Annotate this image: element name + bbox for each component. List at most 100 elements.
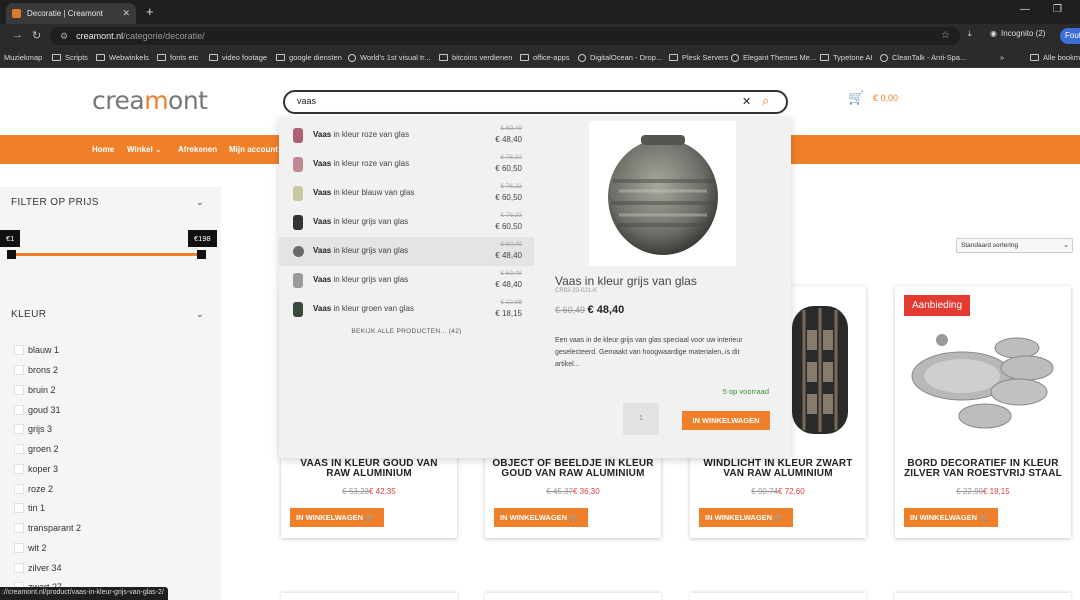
quantity-input[interactable]: 1 bbox=[623, 403, 659, 435]
star-icon[interactable]: ☆ bbox=[941, 30, 950, 41]
product-card[interactable]: Aanbieding BORD DECORATIEF IN KLEUR ZILV… bbox=[895, 286, 1071, 538]
color-filter-item[interactable]: roze 2 bbox=[14, 484, 53, 494]
bookmark[interactable]: Plesk Servers bbox=[669, 53, 728, 62]
search-input[interactable] bbox=[297, 96, 717, 106]
bookmark[interactable]: google diensten bbox=[276, 53, 342, 62]
checkbox[interactable] bbox=[14, 464, 24, 474]
nav-afrekenen[interactable]: Afrekenen bbox=[178, 145, 217, 154]
preview-title[interactable]: Vaas in kleur grijs van glas bbox=[555, 274, 697, 288]
search-result-item[interactable]: Vaas in kleur grijs van glas € 60,49 € 4… bbox=[279, 266, 534, 295]
preview-image[interactable] bbox=[589, 121, 736, 266]
product-card[interactable] bbox=[690, 593, 866, 600]
bookmark[interactable]: bitcoins verdienen bbox=[439, 53, 512, 62]
search-result-item[interactable]: Vaas in kleur roze van glas € 76,22 € 60… bbox=[279, 150, 534, 179]
bookmark[interactable]: fonts etc bbox=[157, 53, 198, 62]
color-filter-item[interactable]: blauw 1 bbox=[14, 345, 59, 355]
bookmark[interactable]: Scripts bbox=[52, 53, 88, 62]
add-to-cart-button[interactable]: IN WINKELWAGEN bbox=[682, 411, 770, 430]
color-label: roze 2 bbox=[28, 484, 54, 494]
incognito-indicator[interactable]: ◉ Incognito (2) bbox=[990, 29, 1045, 38]
address-bar[interactable]: ⚙ creamont.nl /categorie/decoratie/ ☆ bbox=[50, 27, 960, 45]
error-button[interactable]: Fout bbox=[1060, 28, 1080, 44]
product-card[interactable] bbox=[895, 593, 1071, 600]
bookmark[interactable]: Alle bookmarks bbox=[1030, 53, 1080, 62]
forward-arrow-icon[interactable]: → bbox=[12, 29, 23, 41]
download-icon[interactable]: ⤓ bbox=[968, 29, 972, 39]
color-filter-title[interactable]: KLEUR bbox=[11, 309, 46, 320]
nav-winkel[interactable]: Winkel ⌄ bbox=[127, 145, 162, 154]
bookmark[interactable]: Webwinkels bbox=[96, 53, 149, 62]
more-bookmarks-icon[interactable]: » bbox=[1000, 53, 1004, 62]
restore-icon[interactable]: ❐ bbox=[1053, 4, 1062, 15]
view-all-results-link[interactable]: BEKIJK ALLE PRODUCTEN... (42) bbox=[279, 328, 534, 335]
price-slider[interactable] bbox=[11, 253, 202, 256]
product-title[interactable]: VAAS IN KLEUR GOUD VAN RAW ALUMINIUM bbox=[287, 459, 451, 479]
search-icon[interactable]: ⌕ bbox=[762, 93, 769, 109]
checkbox[interactable] bbox=[14, 484, 24, 494]
bookmark[interactable]: DigitalOcean - Drop... bbox=[578, 53, 662, 62]
product-card[interactable] bbox=[485, 593, 661, 600]
checkbox[interactable] bbox=[14, 444, 24, 454]
bookmark[interactable]: CleanTalk - Anti-Spa... bbox=[880, 53, 966, 62]
add-to-cart-button[interactable]: IN WINKELWAGEN 🛒 bbox=[290, 508, 384, 527]
slider-handle-min[interactable] bbox=[7, 250, 16, 259]
lantern-image[interactable] bbox=[786, 300, 856, 440]
browser-tab[interactable]: Decoratie | Creamont ✕ bbox=[6, 3, 136, 24]
site-logo[interactable]: creamont bbox=[92, 86, 208, 115]
color-filter-item[interactable]: grijs 3 bbox=[14, 424, 52, 434]
checkbox[interactable] bbox=[14, 405, 24, 415]
checkbox[interactable] bbox=[14, 503, 24, 513]
nav-mijn-account[interactable]: Mijn account bbox=[229, 145, 278, 154]
price-filter-title[interactable]: FILTER OP PRIJS bbox=[11, 197, 99, 208]
cart-total[interactable]: € 0,00 bbox=[873, 93, 898, 103]
minimize-icon[interactable]: — bbox=[1020, 4, 1030, 15]
checkbox[interactable] bbox=[14, 543, 24, 553]
search-result-item[interactable]: Vaas in kleur grijs van glas € 76,22 € 6… bbox=[279, 208, 534, 237]
new-tab-icon[interactable]: + bbox=[146, 4, 154, 19]
color-filter-item[interactable]: koper 3 bbox=[14, 464, 58, 474]
product-title[interactable]: OBJECT OF BEELDJE IN KLEUR GOUD VAN RAW … bbox=[491, 459, 655, 479]
checkbox[interactable] bbox=[14, 424, 24, 434]
add-to-cart-button[interactable]: IN WINKELWAGEN 🛒 bbox=[699, 508, 793, 527]
color-filter-item[interactable]: zilver 34 bbox=[14, 563, 62, 573]
slider-handle-max[interactable] bbox=[197, 250, 206, 259]
nav-home[interactable]: Home bbox=[92, 145, 114, 154]
product-title[interactable]: BORD DECORATIEF IN KLEUR ZILVER VAN ROES… bbox=[901, 459, 1065, 479]
close-icon[interactable]: ✕ bbox=[122, 8, 130, 19]
bookmark[interactable]: Muziekmap bbox=[4, 53, 42, 62]
product-title[interactable]: WINDLICHT IN KLEUR ZWART VAN RAW ALUMINI… bbox=[696, 459, 860, 479]
checkbox[interactable] bbox=[14, 345, 24, 355]
color-filter-item[interactable]: groen 2 bbox=[14, 444, 59, 454]
color-filter-item[interactable]: bruin 2 bbox=[14, 385, 56, 395]
price-max: €198 bbox=[188, 230, 217, 247]
search-result-item-active[interactable]: Vaas in kleur grijs van glas € 60,49 € 4… bbox=[279, 237, 534, 266]
color-filter-item[interactable]: tin 1 bbox=[14, 503, 45, 513]
color-filter-item[interactable]: transparant 2 bbox=[14, 523, 81, 533]
site-info-icon[interactable]: ⚙ bbox=[60, 31, 68, 42]
add-to-cart-button[interactable]: IN WINKELWAGEN 🛒 bbox=[494, 508, 588, 527]
checkbox[interactable] bbox=[14, 385, 24, 395]
chevron-down-icon[interactable]: ⌄ bbox=[196, 197, 204, 208]
add-to-cart-button[interactable]: IN WINKELWAGEN 🛒 bbox=[904, 508, 998, 527]
search-result-item[interactable]: Vaas in kleur blauw van glas € 76,22 € 6… bbox=[279, 179, 534, 208]
bookmark[interactable]: office-apps bbox=[520, 53, 570, 62]
bookmark[interactable]: Typetone AI bbox=[820, 53, 873, 62]
checkbox[interactable] bbox=[14, 523, 24, 533]
search-result-item[interactable]: Vaas in kleur roze van glas € 60,49 € 48… bbox=[279, 121, 534, 150]
color-filter-item[interactable]: goud 31 bbox=[14, 405, 61, 415]
bookmark[interactable]: World's 1st visual tr... bbox=[348, 53, 430, 62]
search-result-item[interactable]: Vaas in kleur groen van glas € 22,98 € 1… bbox=[279, 295, 534, 324]
bookmark[interactable]: video footage bbox=[209, 53, 267, 62]
color-filter-item[interactable]: wit 2 bbox=[14, 543, 47, 553]
reload-icon[interactable]: ↻ bbox=[32, 29, 41, 42]
sort-select[interactable]: Standaard sortering ⌄ bbox=[956, 238, 1073, 253]
color-filter-item[interactable]: brons 2 bbox=[14, 365, 58, 375]
cart-icon[interactable]: 🛒 bbox=[848, 90, 864, 106]
checkbox[interactable] bbox=[14, 563, 24, 573]
clear-icon[interactable]: ✕ bbox=[742, 95, 751, 108]
plate-image[interactable] bbox=[907, 326, 1057, 436]
product-card[interactable] bbox=[281, 593, 457, 600]
checkbox[interactable] bbox=[14, 365, 24, 375]
chevron-down-icon[interactable]: ⌄ bbox=[196, 309, 204, 320]
bookmark[interactable]: Elegant Themes Me... bbox=[731, 53, 816, 62]
